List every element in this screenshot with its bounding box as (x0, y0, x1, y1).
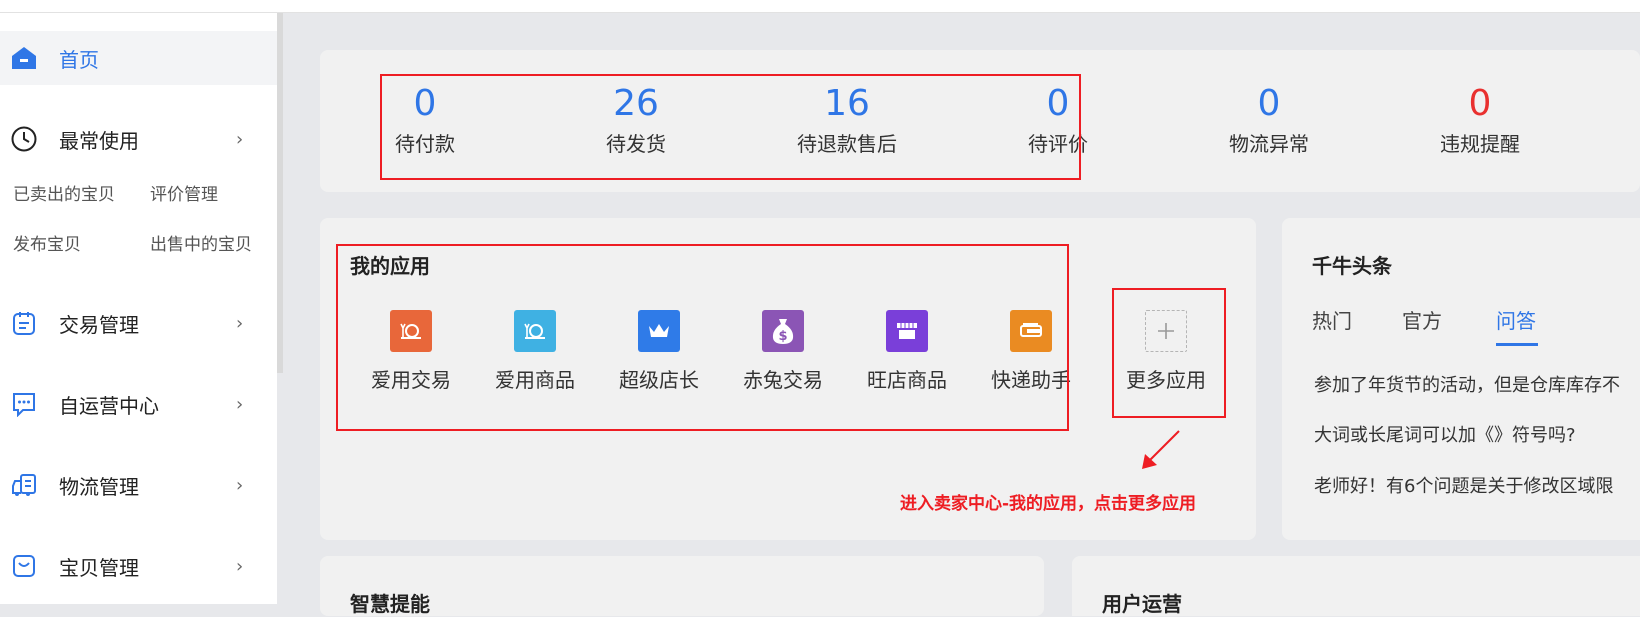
clock-icon (10, 125, 38, 153)
sidebar-item-trade[interactable]: 交易管理 › (0, 296, 277, 350)
annotation-highlight-more-apps (1112, 288, 1226, 418)
stat-label: 物流异常 (1229, 132, 1309, 156)
tab-hot[interactable]: 热门 (1312, 305, 1352, 334)
bag-icon (10, 552, 38, 580)
chevron-right-icon: › (236, 474, 244, 496)
quick-link-review-management[interactable]: 评价管理 (150, 180, 218, 205)
sidebar-item-label: 自运营中心 (59, 393, 159, 418)
clipboard-icon (10, 309, 38, 337)
top-bar (0, 0, 1640, 13)
quick-link-items-on-sale[interactable]: 出售中的宝贝 (150, 230, 252, 255)
truck-icon (10, 471, 38, 499)
annotation-text: 进入卖家中心-我的应用，点击更多应用 (900, 494, 1197, 514)
sidebar-item-label: 物流管理 (59, 474, 139, 499)
stat-label: 违规提醒 (1440, 132, 1520, 156)
news-item[interactable]: 参加了年货节的活动，但是仓库库存不 (1314, 371, 1620, 397)
annotation-highlight-my-apps (336, 244, 1069, 431)
sidebar-item-home[interactable]: 首页 (0, 31, 277, 85)
sidebar-item-goods[interactable]: 宝贝管理 › (0, 539, 277, 593)
tab-official[interactable]: 官方 (1402, 305, 1442, 334)
stat-violation-alert[interactable]: 0 违规提醒 (1380, 82, 1580, 157)
chevron-right-icon: › (236, 312, 244, 334)
quick-link-sold-items[interactable]: 已卖出的宝贝 (13, 180, 115, 205)
chat-icon (10, 390, 38, 418)
news-item[interactable]: 老师好！有6个问题是关于修改区域限 (1314, 472, 1613, 498)
chevron-right-icon: › (236, 555, 244, 577)
annotation-highlight-stats (380, 74, 1081, 180)
smart-empower-title: 智慧提能 (350, 592, 430, 616)
quick-link-publish-item[interactable]: 发布宝贝 (13, 230, 81, 255)
stat-value: 0 (1257, 83, 1281, 124)
stat-logistics-exception[interactable]: 0 物流异常 (1169, 82, 1369, 157)
news-title: 千牛头条 (1312, 254, 1392, 278)
user-operations-title: 用户运营 (1102, 592, 1182, 616)
sidebar-item-label: 最常使用 (59, 128, 139, 153)
news-item[interactable]: 大词或长尾词可以加《》符号吗? (1314, 421, 1576, 447)
stat-value: 0 (1468, 83, 1492, 124)
home-icon (10, 44, 38, 72)
sidebar-item-logistics[interactable]: 物流管理 › (0, 458, 277, 512)
sidebar-item-self-ops[interactable]: 自运营中心 › (0, 377, 277, 431)
sidebar-item-label: 交易管理 (59, 312, 139, 337)
active-tab-indicator (1496, 343, 1538, 346)
sidebar-item-frequent[interactable]: 最常使用 › (0, 112, 277, 166)
sidebar-item-label: 首页 (59, 47, 99, 72)
sidebar-item-label: 宝贝管理 (59, 555, 139, 580)
tab-qa[interactable]: 问答 (1496, 305, 1536, 334)
annotation-arrow-icon (1142, 430, 1180, 469)
chevron-right-icon: › (236, 128, 244, 150)
chevron-right-icon: › (236, 393, 244, 415)
sidebar-scrollbar[interactable] (277, 13, 283, 373)
